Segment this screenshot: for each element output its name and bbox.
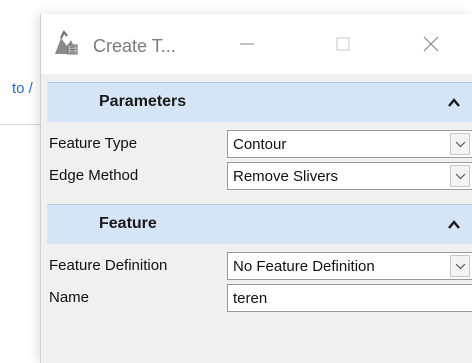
dialog-content: Parameters Feature Type Contour Edge Met…	[41, 74, 472, 363]
feature-definition-select[interactable]: No Feature Definition	[227, 252, 472, 280]
minimize-button[interactable]	[227, 26, 267, 62]
edge-method-value: Remove Slivers	[233, 168, 339, 185]
edge-method-label: Edge Method	[49, 167, 139, 184]
feature-type-dropdown-button[interactable]	[450, 133, 470, 155]
name-value: teren	[233, 290, 268, 307]
maximize-icon	[336, 37, 350, 51]
row-feature-definition: Feature Definition No Feature Definition	[47, 250, 472, 282]
close-button[interactable]	[411, 26, 451, 62]
row-feature-type: Feature Type Contour	[47, 128, 472, 160]
title-bar[interactable]: Create T...	[41, 14, 472, 74]
chevron-up-icon[interactable]	[447, 218, 461, 230]
feature-definition-label: Feature Definition	[49, 257, 168, 274]
feature-definition-value: No Feature Definition	[233, 258, 375, 275]
maximize-button[interactable]	[323, 26, 363, 62]
feature-type-label: Feature Type	[49, 135, 138, 152]
chevron-down-icon	[455, 141, 465, 147]
close-icon	[423, 36, 439, 52]
row-name: Name teren	[47, 282, 472, 314]
background-app: to /	[0, 0, 40, 363]
create-terrain-dialog: Create T... Parameters Feature Type Cont…	[40, 14, 472, 363]
edge-method-select[interactable]: Remove Slivers	[227, 162, 472, 190]
edge-method-dropdown-button[interactable]	[450, 165, 470, 187]
minimize-icon	[240, 43, 254, 45]
section-title-feature: Feature	[99, 215, 157, 232]
name-input[interactable]: teren	[227, 284, 472, 312]
create-terrain-icon	[51, 28, 81, 58]
window-title: Create T...	[93, 36, 176, 56]
feature-type-select[interactable]: Contour	[227, 130, 472, 158]
background-link[interactable]: to /	[12, 80, 40, 97]
chevron-down-icon	[455, 173, 465, 179]
section-header-feature[interactable]: Feature	[47, 204, 472, 244]
feature-definition-dropdown-button[interactable]	[450, 255, 470, 277]
chevron-up-icon[interactable]	[447, 96, 461, 108]
chevron-down-icon	[455, 263, 465, 269]
section-title-parameters: Parameters	[99, 93, 187, 110]
row-edge-method: Edge Method Remove Slivers	[47, 160, 472, 192]
background-toolbar-strip	[0, 70, 40, 125]
feature-type-value: Contour	[233, 136, 287, 153]
name-label: Name	[49, 289, 90, 306]
section-header-parameters[interactable]: Parameters	[47, 82, 472, 122]
